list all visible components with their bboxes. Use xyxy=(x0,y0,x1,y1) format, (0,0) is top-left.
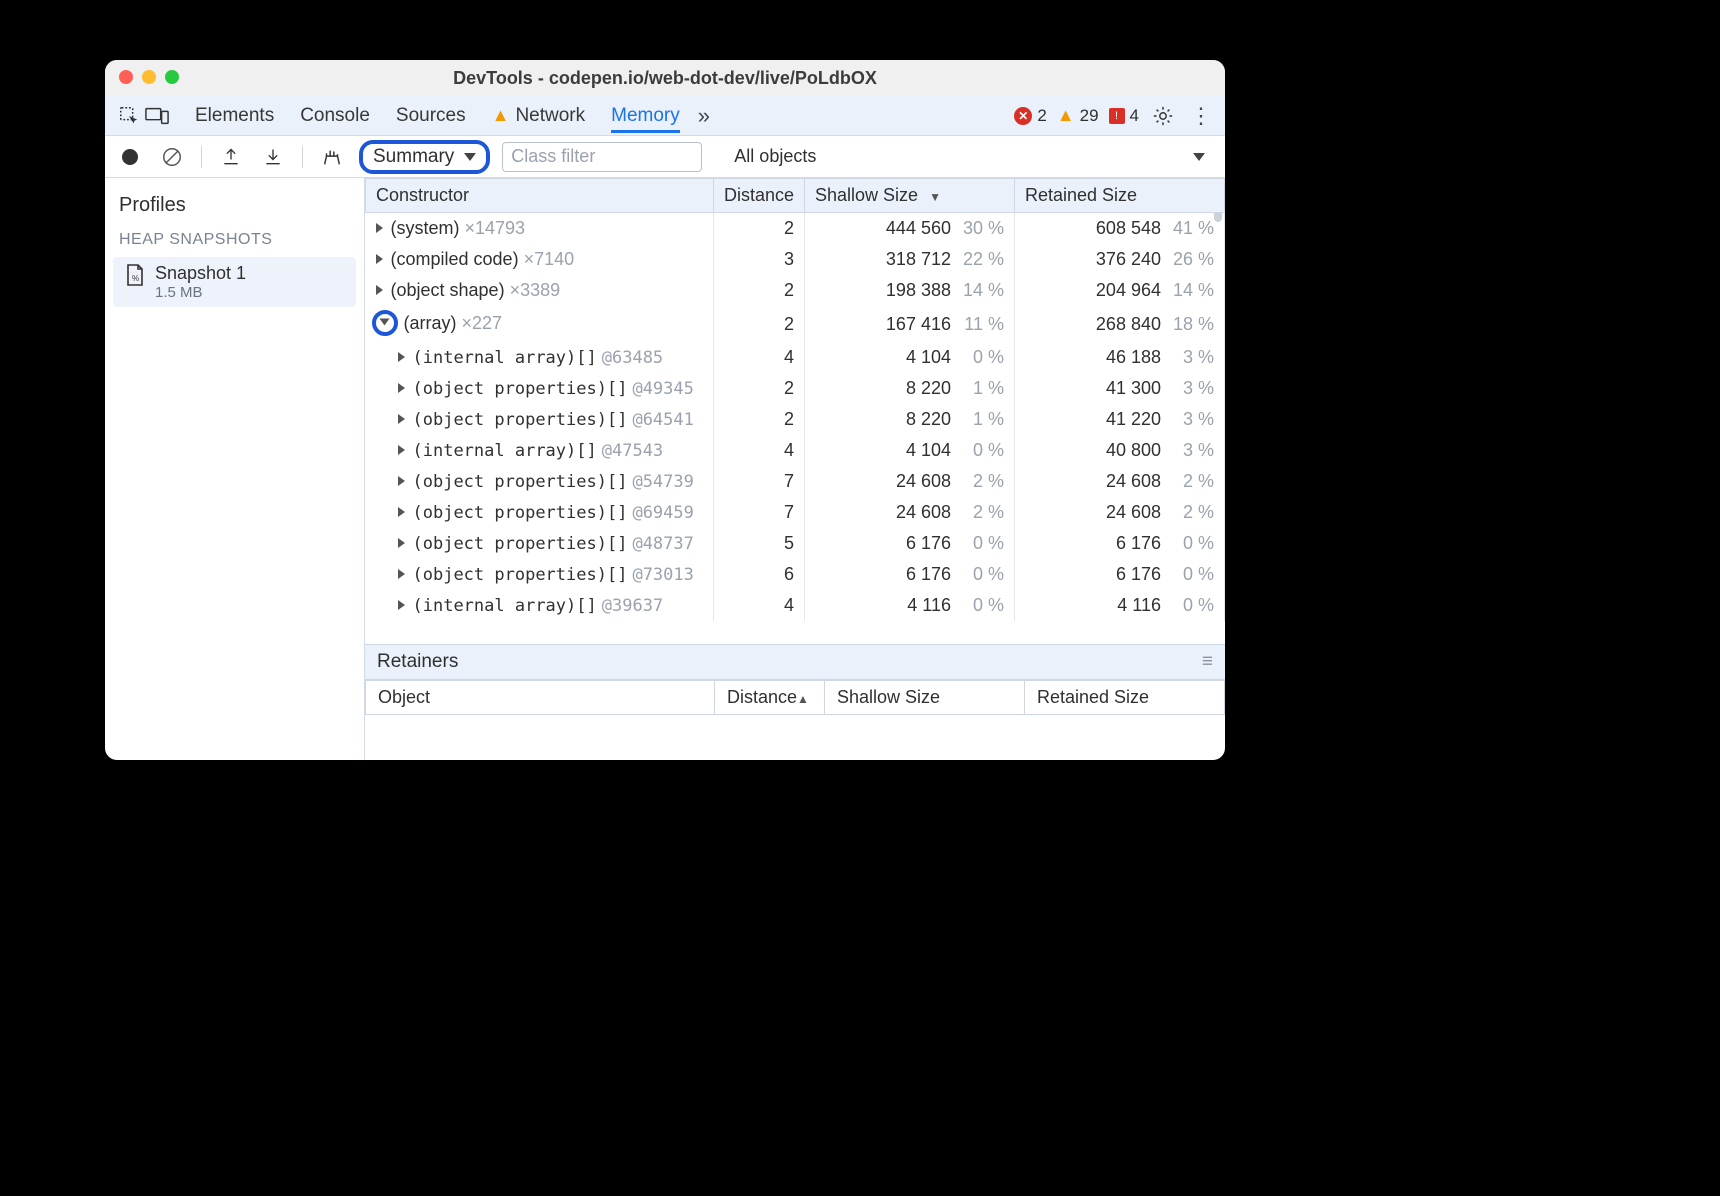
snapshot-size: 1.5 MB xyxy=(155,284,246,301)
heap-table: Constructor Distance Shallow Size ▼ Reta… xyxy=(365,178,1225,621)
minimize-icon[interactable] xyxy=(142,70,156,84)
col-shallow[interactable]: Shallow Size ▼ xyxy=(805,179,1015,213)
sort-desc-icon: ▼ xyxy=(929,190,941,204)
devtools-tabstrip: Elements Console Sources ▲ Network Memor… xyxy=(105,96,1225,136)
col-constructor[interactable]: Constructor xyxy=(366,179,714,213)
tab-elements[interactable]: Elements xyxy=(195,105,274,127)
warning-count[interactable]: ▲ 29 xyxy=(1057,105,1099,126)
sidebar-group-label: HEAP SNAPSHOTS xyxy=(119,231,350,249)
table-row[interactable]: (object properties)[] @54739724 608 2 %2… xyxy=(366,466,1225,497)
ret-col-object[interactable]: Object xyxy=(366,680,715,714)
col-distance[interactable]: Distance xyxy=(713,179,804,213)
table-row[interactable]: (internal array)[] @4754344 104 0 %40 80… xyxy=(366,435,1225,466)
error-count[interactable]: ✕ 2 xyxy=(1014,106,1046,126)
ret-col-shallow[interactable]: Shallow Size xyxy=(825,680,1025,714)
disclosure-icon xyxy=(380,319,390,326)
retainers-menu-icon[interactable]: ≡ xyxy=(1202,651,1213,673)
table-row[interactable]: (array) ×2272167 416 11 %268 840 18 % xyxy=(366,306,1225,342)
table-row[interactable]: (system) ×147932444 560 30 %608 548 41 % xyxy=(366,213,1225,245)
disclosure-icon[interactable] xyxy=(376,223,383,233)
svg-text:%: % xyxy=(132,274,139,283)
tab-network-label: Network xyxy=(515,105,585,127)
devtools-window: DevTools - codepen.io/web-dot-dev/live/P… xyxy=(105,60,1225,760)
retainers-title: Retainers xyxy=(377,651,458,673)
table-row[interactable]: (internal array)[] @3963744 116 0 %4 116… xyxy=(366,590,1225,621)
record-button[interactable] xyxy=(115,142,145,172)
table-row[interactable]: (object shape) ×33892198 388 14 %204 964… xyxy=(366,275,1225,306)
device-toggle-icon[interactable] xyxy=(143,102,171,130)
sidebar-item-snapshot[interactable]: % Snapshot 1 1.5 MB xyxy=(113,257,356,307)
memory-toolbar: Summary All objects xyxy=(105,136,1225,178)
retainers-pane: Retainers ≡ Object Distance▲ Shallow Siz… xyxy=(365,644,1225,761)
disclosure-icon[interactable] xyxy=(398,414,405,424)
view-select[interactable]: Summary xyxy=(359,140,490,174)
warning-icon: ▲ xyxy=(1057,105,1075,126)
zoom-icon[interactable] xyxy=(165,70,179,84)
tabs-overflow-button[interactable]: » xyxy=(698,103,710,129)
table-row[interactable]: (object properties)[] @69459724 608 2 %2… xyxy=(366,497,1225,528)
issues-count[interactable]: ! 4 xyxy=(1109,106,1139,126)
table-row[interactable]: (compiled code) ×71403318 712 22 %376 24… xyxy=(366,244,1225,275)
error-icon: ✕ xyxy=(1014,107,1032,125)
sort-asc-icon: ▲ xyxy=(797,692,809,706)
sidebar-title: Profiles xyxy=(119,194,350,217)
window-title: DevTools - codepen.io/web-dot-dev/live/P… xyxy=(105,68,1225,89)
chevron-down-icon xyxy=(464,153,476,161)
object-filter-caret-icon[interactable] xyxy=(1193,153,1205,161)
snapshot-name: Snapshot 1 xyxy=(155,263,246,284)
warning-icon: ▲ xyxy=(492,105,510,126)
retainers-table: Object Distance▲ Shallow Size Retained S… xyxy=(365,680,1225,761)
disclosure-icon[interactable] xyxy=(398,445,405,455)
table-row[interactable]: (object properties)[] @6454128 220 1 %41… xyxy=(366,404,1225,435)
tab-console[interactable]: Console xyxy=(300,105,370,127)
table-row[interactable]: (object properties)[] @4873756 176 0 %6 … xyxy=(366,528,1225,559)
issues-icon: ! xyxy=(1109,108,1125,124)
disclosure-icon[interactable] xyxy=(398,476,405,486)
gc-icon[interactable] xyxy=(317,142,347,172)
tab-memory[interactable]: Memory xyxy=(611,105,680,133)
ret-col-distance[interactable]: Distance▲ xyxy=(715,680,825,714)
window-titlebar: DevTools - codepen.io/web-dot-dev/live/P… xyxy=(105,60,1225,96)
export-icon[interactable] xyxy=(216,142,246,172)
disclosure-icon[interactable] xyxy=(398,600,405,610)
profiles-sidebar: Profiles HEAP SNAPSHOTS % Snapshot 1 1.5… xyxy=(105,178,365,760)
kebab-icon[interactable]: ⋮ xyxy=(1187,102,1215,130)
heap-header-row: Constructor Distance Shallow Size ▼ Reta… xyxy=(366,179,1225,213)
gear-icon[interactable] xyxy=(1149,102,1177,130)
class-filter-input[interactable] xyxy=(502,142,702,172)
disclosure-icon[interactable] xyxy=(398,538,405,548)
table-row[interactable]: (object properties)[] @4934528 220 1 %41… xyxy=(366,373,1225,404)
disclosure-icon[interactable] xyxy=(376,254,383,264)
object-filter-select[interactable]: All objects xyxy=(734,146,816,167)
view-select-label: Summary xyxy=(373,146,454,168)
expand-toggle-highlight[interactable] xyxy=(372,310,398,336)
disclosure-icon[interactable] xyxy=(376,285,383,295)
disclosure-icon[interactable] xyxy=(398,507,405,517)
disclosure-icon[interactable] xyxy=(398,569,405,579)
tab-sources[interactable]: Sources xyxy=(396,105,466,127)
col-retained[interactable]: Retained Size xyxy=(1015,179,1225,213)
snapshot-icon: % xyxy=(125,263,145,293)
clear-button[interactable] xyxy=(157,142,187,172)
disclosure-icon[interactable] xyxy=(398,352,405,362)
ret-col-retained[interactable]: Retained Size xyxy=(1025,680,1225,714)
close-icon[interactable] xyxy=(119,70,133,84)
table-row[interactable]: (internal array)[] @6348544 104 0 %46 18… xyxy=(366,342,1225,373)
tab-network[interactable]: ▲ Network xyxy=(492,105,586,127)
table-row[interactable]: (object properties)[] @7301366 176 0 %6 … xyxy=(366,559,1225,590)
import-icon[interactable] xyxy=(258,142,288,172)
inspect-icon[interactable] xyxy=(115,102,143,130)
disclosure-icon[interactable] xyxy=(398,383,405,393)
